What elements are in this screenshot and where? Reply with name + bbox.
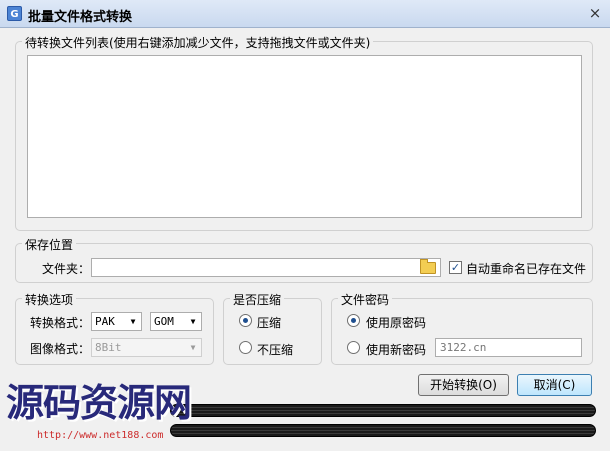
password-original-radio[interactable] [347, 314, 360, 327]
password-new-label: 使用新密码 [366, 343, 427, 357]
image-format-select[interactable]: 8Bit ▼ [91, 338, 202, 357]
auto-rename-checkbox[interactable]: ✓ [449, 261, 462, 274]
folder-label: 文件夹： [42, 262, 91, 276]
progress-bar-bottom [170, 424, 596, 437]
convert-format-label: 转换格式： [30, 316, 91, 330]
image-format-value: 8Bit [95, 341, 122, 354]
chevron-down-icon: ▼ [190, 343, 196, 352]
convert-format-select-2[interactable]: GOM ▼ [150, 312, 202, 331]
folder-browse-icon[interactable] [420, 259, 436, 274]
password-new-radio[interactable] [347, 341, 360, 354]
auto-rename-label: 自动重命名已存在文件 [466, 262, 587, 276]
convert-options-legend: 转换选项 [22, 291, 77, 308]
chevron-down-icon: ▼ [190, 317, 196, 326]
watermark: 源码资源网 http://www.net188.com [0, 380, 210, 451]
folder-input[interactable] [91, 258, 441, 277]
close-button[interactable]: × [587, 5, 603, 21]
file-list-box[interactable] [27, 55, 582, 218]
save-location-legend: 保存位置 [22, 236, 77, 253]
compress-yes-label: 压缩 [257, 316, 282, 330]
watermark-url: http://www.net188.com [37, 430, 164, 441]
password-original-label: 使用原密码 [366, 316, 427, 330]
compress-no-label: 不压缩 [257, 343, 294, 357]
compress-legend: 是否压缩 [230, 291, 285, 308]
compress-no-radio[interactable] [239, 341, 252, 354]
password-new-value: 3122.cn [440, 341, 487, 354]
progress-bar-top [170, 404, 596, 417]
compress-yes-radio[interactable] [239, 314, 252, 327]
start-convert-button[interactable]: 开始转换(O) [418, 374, 509, 396]
password-legend: 文件密码 [338, 291, 393, 308]
password-new-input[interactable]: 3122.cn [435, 338, 582, 357]
convert-format-value-2: GOM [154, 315, 174, 328]
watermark-text: 源码资源网 [6, 380, 192, 425]
app-icon: G [7, 6, 22, 21]
window-title: 批量文件格式转换 [28, 10, 133, 25]
title-bar: G 批量文件格式转换 × [0, 0, 610, 28]
image-format-label: 图像格式： [30, 342, 91, 356]
cancel-button[interactable]: 取消(C) [517, 374, 592, 396]
chevron-down-icon: ▼ [130, 317, 136, 326]
convert-format-value-1: PAK [95, 315, 115, 328]
file-list-legend: 待转换文件列表(使用右键添加减少文件，支持拖拽文件或文件夹) [22, 34, 374, 51]
convert-format-select-1[interactable]: PAK ▼ [91, 312, 142, 331]
